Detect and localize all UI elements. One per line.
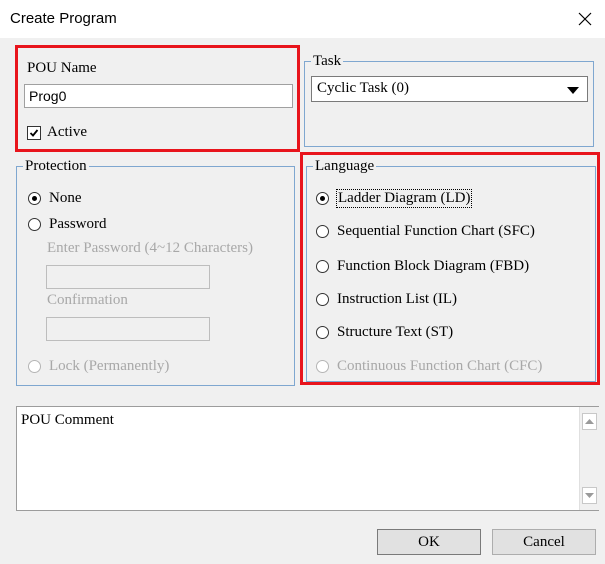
close-icon bbox=[578, 12, 592, 26]
task-group: Task bbox=[304, 52, 594, 147]
triangle-down-icon bbox=[585, 493, 594, 498]
highlight-language bbox=[300, 152, 600, 385]
protection-lock-label: Lock (Permanently) bbox=[49, 358, 170, 374]
protection-lock-radio[interactable]: Lock (Permanently) bbox=[28, 358, 169, 375]
cancel-button[interactable]: Cancel bbox=[492, 529, 596, 555]
password-input[interactable] bbox=[46, 265, 210, 289]
protection-none-radio[interactable]: None bbox=[28, 190, 82, 207]
title-bar: Create Program bbox=[0, 0, 605, 38]
radio-circle bbox=[28, 192, 41, 205]
ok-button[interactable]: OK bbox=[377, 529, 481, 555]
radio-circle bbox=[28, 218, 41, 231]
radio-circle bbox=[28, 360, 41, 373]
protection-legend: Protection bbox=[23, 157, 89, 175]
protection-password-radio[interactable]: Password bbox=[28, 216, 107, 233]
confirmation-label: Confirmation bbox=[47, 292, 128, 308]
pou-comment-text: POU Comment bbox=[21, 412, 114, 428]
protection-none-label: None bbox=[49, 190, 82, 206]
highlight-pou bbox=[15, 45, 300, 152]
triangle-up-icon bbox=[585, 419, 594, 424]
task-selected: Cyclic Task (0) bbox=[317, 80, 409, 96]
chevron-down-icon bbox=[567, 87, 579, 94]
close-button[interactable] bbox=[570, 4, 600, 34]
cancel-label: Cancel bbox=[523, 533, 565, 550]
enter-password-label: Enter Password (4~12 Characters) bbox=[47, 240, 253, 256]
comment-scrollbar[interactable] bbox=[579, 407, 599, 510]
scroll-down-button[interactable] bbox=[582, 487, 597, 504]
task-dropdown[interactable]: Cyclic Task (0) bbox=[311, 76, 588, 102]
task-legend: Task bbox=[311, 52, 344, 70]
window-title: Create Program bbox=[10, 10, 117, 27]
confirmation-input[interactable] bbox=[46, 317, 210, 341]
scroll-up-button[interactable] bbox=[582, 413, 597, 430]
protection-password-label: Password bbox=[49, 216, 107, 232]
pou-comment-textarea[interactable]: POU Comment bbox=[16, 406, 599, 511]
ok-label: OK bbox=[418, 533, 440, 550]
